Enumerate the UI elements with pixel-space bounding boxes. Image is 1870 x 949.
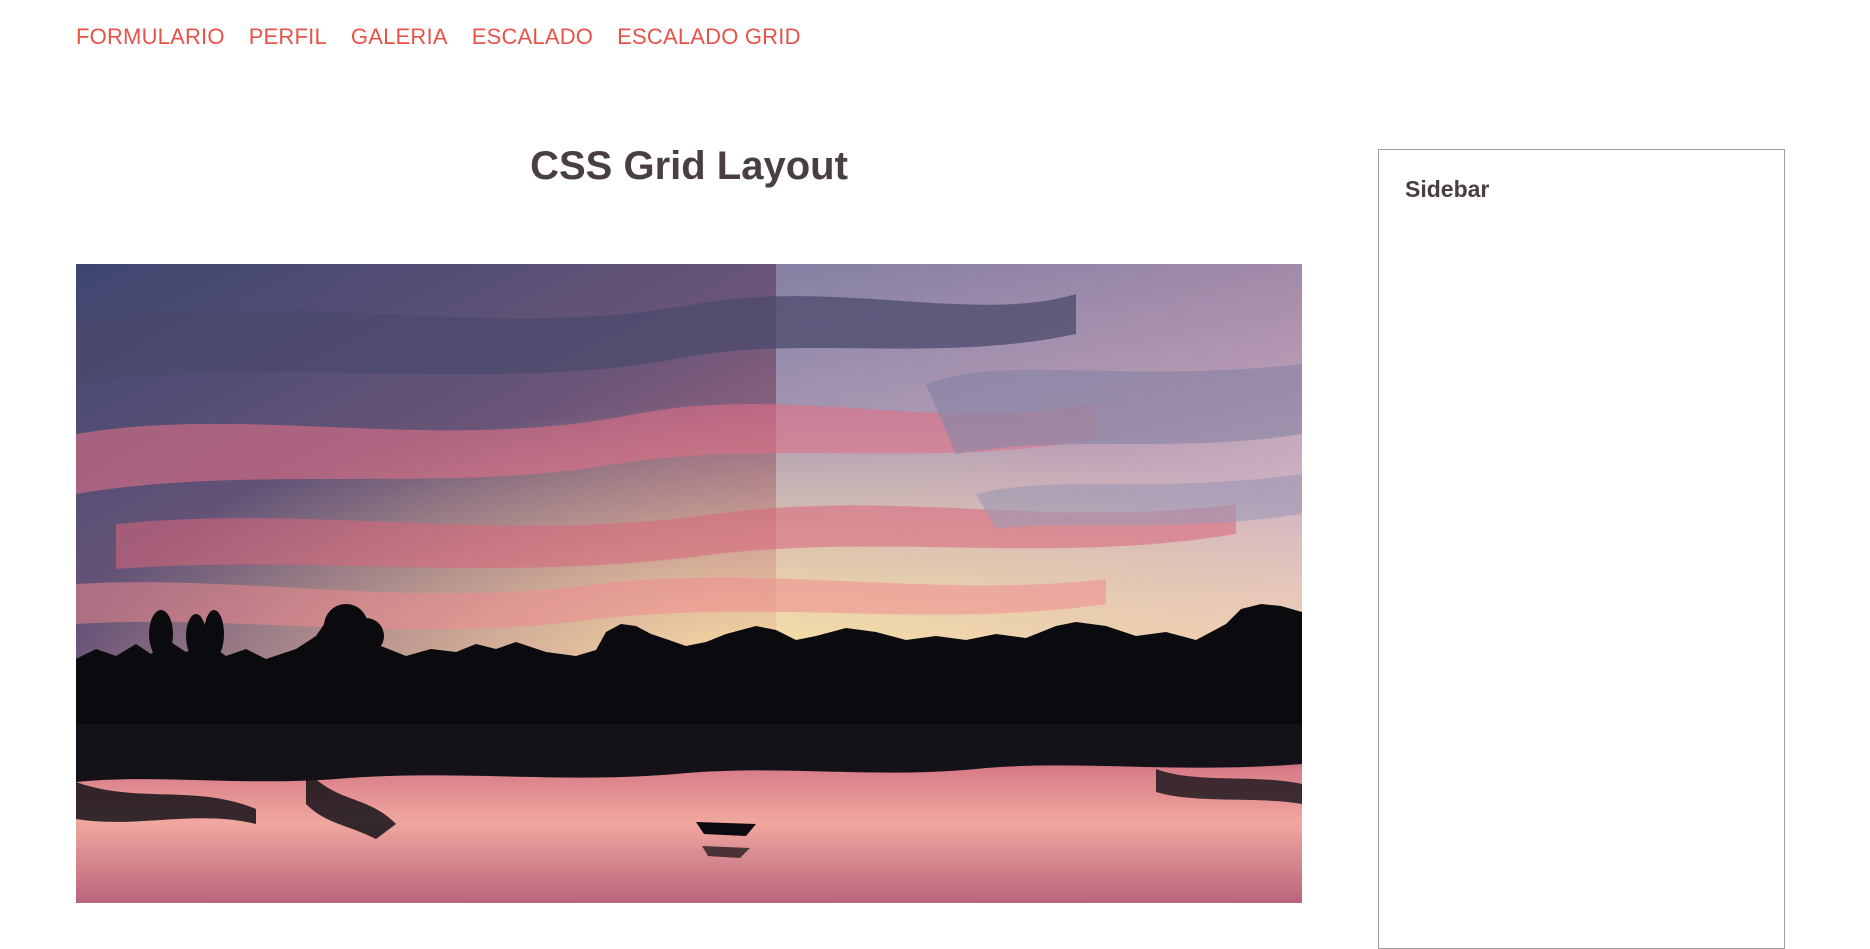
nav-link-perfil[interactable]: PERFIL [249,24,327,50]
top-nav: FORMULARIO PERFIL GALERIA ESCALADO ESCAL… [76,24,825,50]
page-title: CSS Grid Layout [530,144,848,188]
nav-link-formulario[interactable]: FORMULARIO [76,24,225,50]
nav-link-galeria[interactable]: GALERIA [351,24,448,50]
sidebar: Sidebar [1378,149,1785,949]
nav-link-escalado-grid[interactable]: ESCALADO GRID [617,24,801,50]
sidebar-title: Sidebar [1405,176,1490,202]
hero-image [76,264,1302,903]
nav-link-escalado[interactable]: ESCALADO [472,24,593,50]
